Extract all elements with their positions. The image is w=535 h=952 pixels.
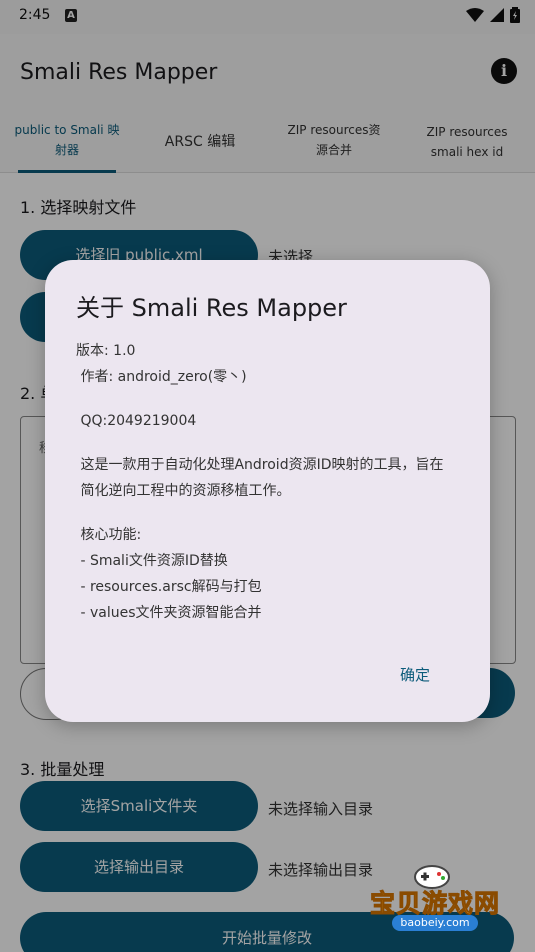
watermark-logo: 宝贝游戏网 baobeiy.com: [360, 860, 510, 950]
about-dialog: 关于 Smali Res Mapper 版本: 1.0 作者: android_…: [45, 260, 490, 722]
feature-item: - resources.arsc解码与打包: [76, 579, 262, 595]
confirm-button[interactable]: 确定: [400, 664, 430, 685]
dialog-body: 版本: 1.0 作者: android_zero(零丶) QQ:20492190…: [76, 338, 471, 626]
author-text: 作者: android_zero(零丶): [76, 369, 247, 385]
watermark-url: baobeiy.com: [392, 915, 478, 931]
version-text: 版本: 1.0: [76, 343, 136, 359]
feature-item: - Smali文件资源ID替换: [76, 553, 228, 569]
qq-text: QQ:2049219004: [76, 413, 197, 429]
app-screen: 2:45 A Smali Res Mapper i public to Smal…: [0, 0, 535, 952]
description-line-1: 这是一款用于自动化处理Android资源ID映射的工具，旨在: [76, 457, 444, 473]
dialog-title: 关于 Smali Res Mapper: [76, 294, 347, 322]
feature-item: - values文件夹资源智能合并: [76, 605, 262, 621]
features-title: 核心功能:: [76, 527, 142, 543]
description-line-2: 简化逆向工程中的资源移植工作。: [76, 483, 291, 499]
